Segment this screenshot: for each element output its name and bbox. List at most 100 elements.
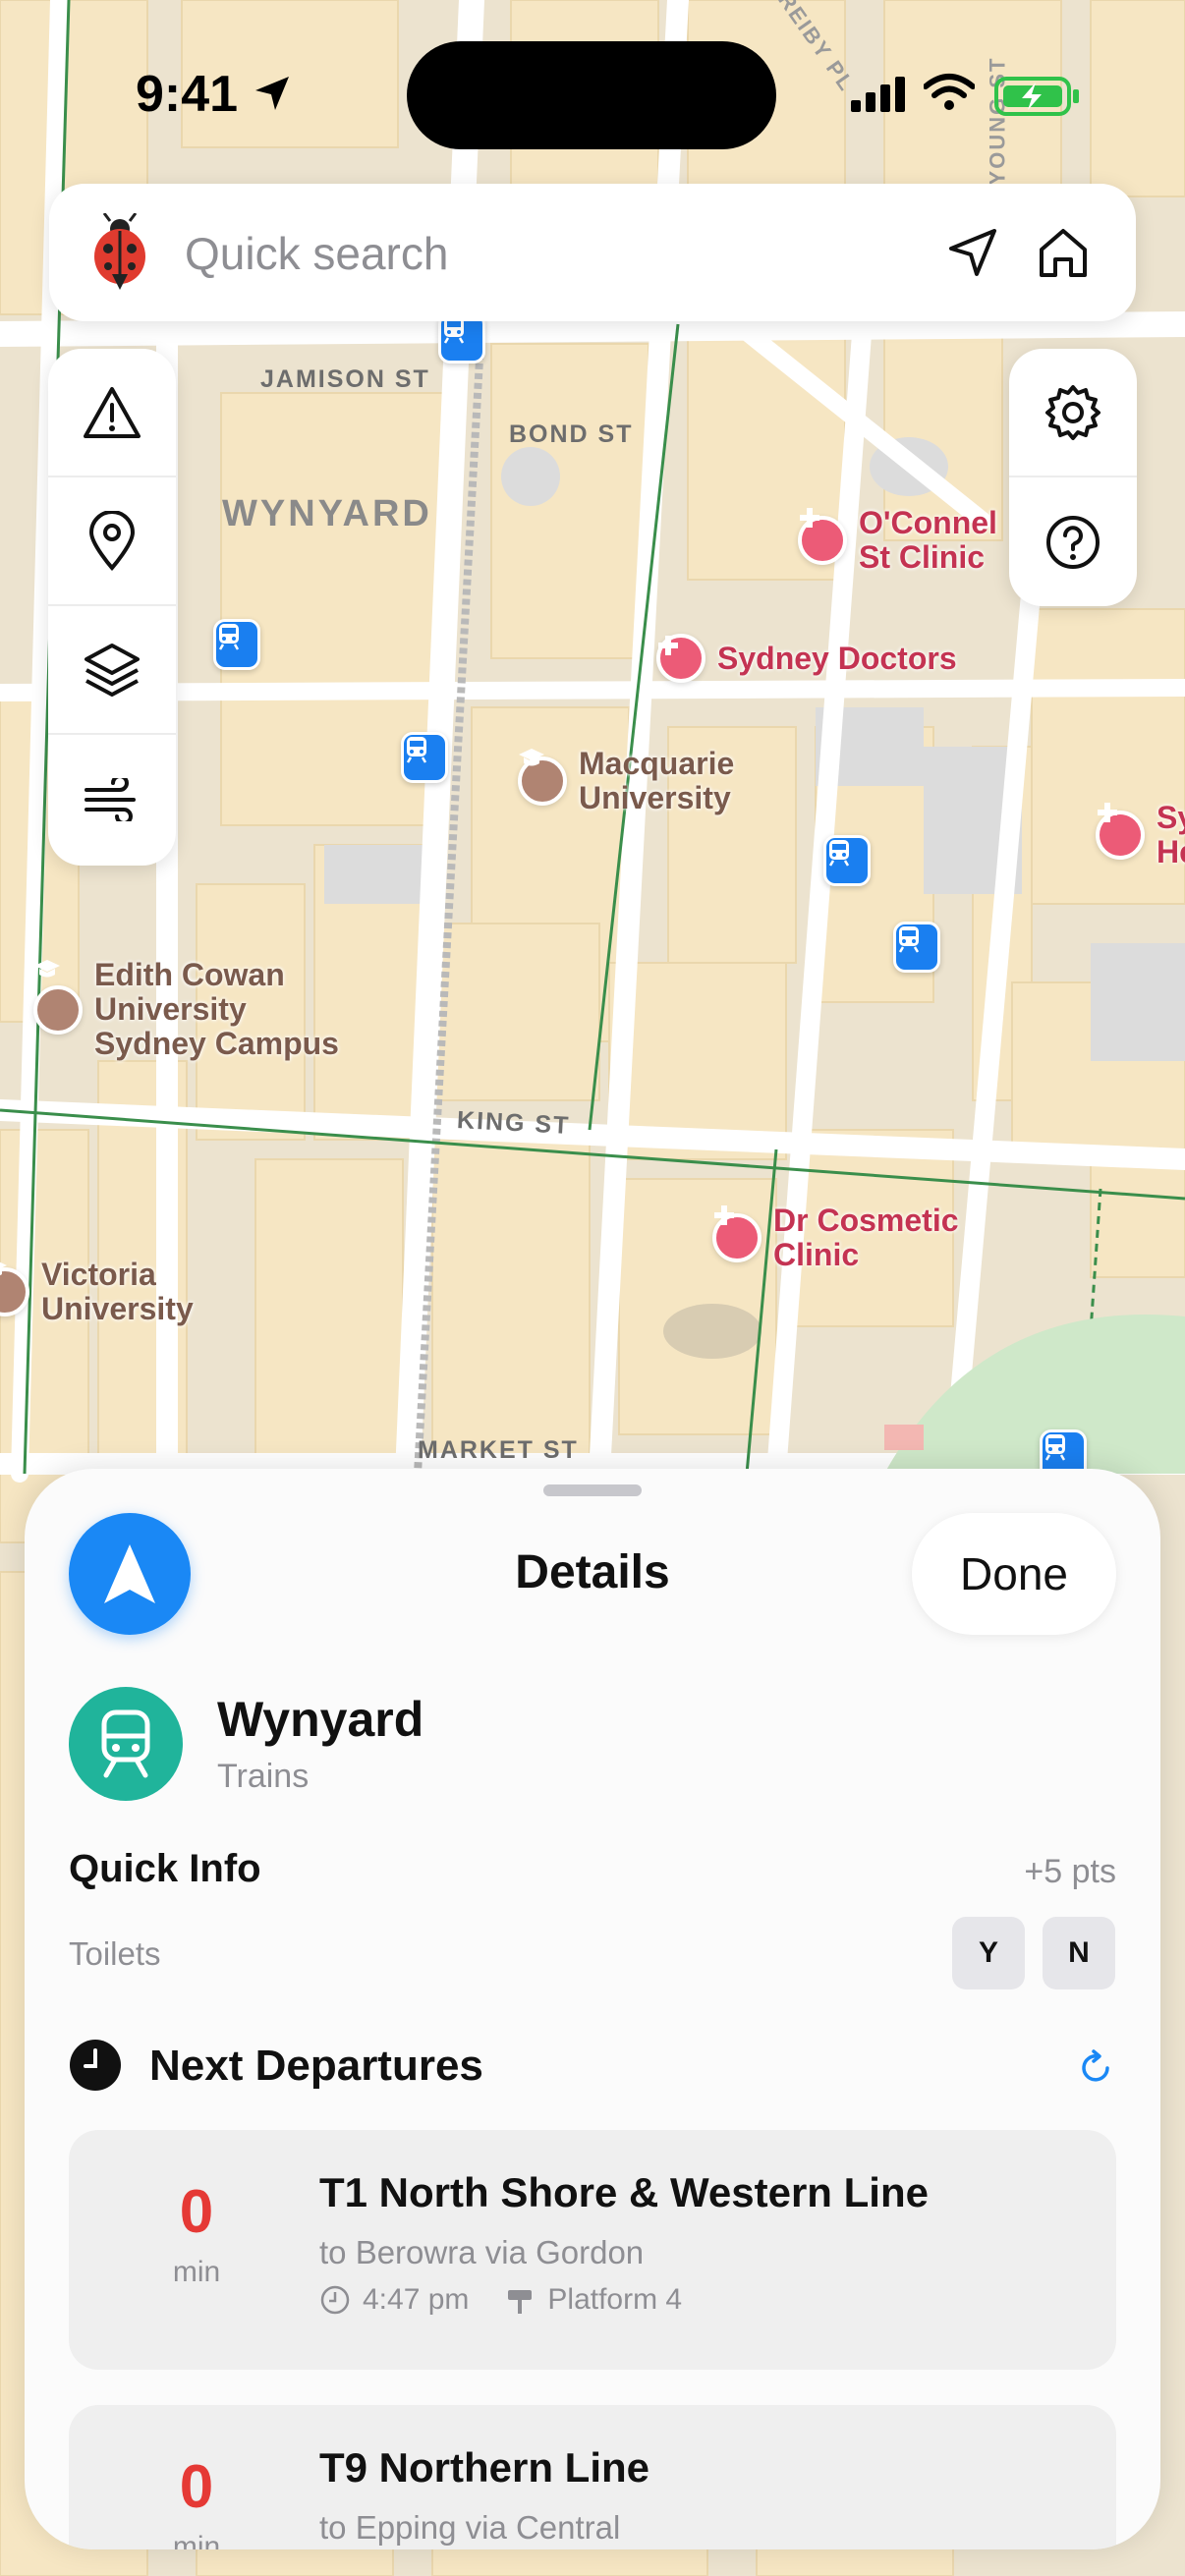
poi-label: Sydney Campus [94, 1026, 339, 1061]
street-label-bond: BOND ST [509, 420, 634, 448]
poi-label: University [94, 991, 247, 1027]
departure-platform: Platform 4 [547, 2283, 683, 2316]
departure-card[interactable]: 0 min T9 Northern Line to Epping via Cen… [69, 2405, 1116, 2549]
status-bar: 9:41 [0, 0, 1185, 187]
train-icon [1044, 1434, 1066, 1461]
poi-label: O'Connel [859, 505, 997, 540]
layers-button[interactable] [48, 606, 176, 735]
train-icon [898, 926, 920, 953]
district-label-wynyard: WYNYARD [222, 493, 432, 534]
street-label-jamison: JAMISON ST [260, 365, 430, 393]
train-icon [218, 624, 240, 650]
poi-label: University [579, 780, 731, 815]
next-departures-title: Next Departures [149, 2042, 483, 2090]
graduation-cap-icon [0, 1261, 29, 1316]
poi-victoria-university[interactable]: Victoria University [0, 1258, 194, 1326]
navigation-arrow-button[interactable] [941, 221, 1004, 284]
departure-minutes: 0 [179, 2178, 214, 2246]
poi-sydney-doctors[interactable]: Sydney Doctors [656, 634, 957, 683]
departure-minutes-unit: min [172, 2256, 221, 2288]
medical-cross-icon [712, 1205, 762, 1262]
clock-outline-icon [320, 2285, 350, 2315]
search-input[interactable]: Quick search [185, 227, 448, 280]
home-button[interactable] [1032, 221, 1095, 284]
left-tool-panel [48, 349, 176, 866]
points-badge: +5 pts [1024, 1853, 1116, 1890]
train-station-pin[interactable] [893, 922, 940, 973]
poi-label: Clinic [773, 1237, 860, 1272]
alerts-button[interactable] [48, 349, 176, 477]
departure-meta: 4:47 pm Platform 4 [319, 2283, 682, 2317]
train-icon [828, 840, 850, 867]
train-station-icon [69, 1687, 183, 1801]
medical-cross-icon [656, 634, 705, 683]
poi-partial-medical[interactable]: SyHe [1096, 801, 1185, 869]
location-arrow-icon [255, 77, 289, 110]
help-button[interactable] [1009, 477, 1137, 606]
settings-button[interactable] [1009, 349, 1137, 477]
poi-label: Dr Cosmetic [773, 1203, 959, 1238]
graduation-cap-icon [33, 960, 83, 1035]
departure-card[interactable]: 0 min T1 North Shore & Western Line to B… [69, 2130, 1116, 2370]
wifi-icon [924, 74, 975, 110]
toilets-label: Toilets [69, 1935, 161, 1972]
train-station-pin[interactable] [823, 835, 871, 886]
clock-icon [70, 2040, 121, 2091]
poi-macquarie-university[interactable]: Macquarie University [518, 747, 734, 815]
places-button[interactable] [48, 477, 176, 606]
gear-icon [1045, 384, 1100, 440]
departure-destination: to Epping via Central [319, 2509, 621, 2546]
status-time: 9:41 [136, 66, 239, 123]
departure-line-name: T9 Northern Line [319, 2444, 650, 2491]
train-icon [101, 1709, 150, 1778]
train-station-pin[interactable] [213, 619, 260, 670]
right-tool-panel [1009, 349, 1137, 606]
refresh-icon[interactable] [1076, 2048, 1115, 2088]
street-label-king: KING ST [456, 1105, 572, 1141]
poi-dr-cosmetic-clinic[interactable]: Dr Cosmetic Clinic [712, 1204, 959, 1272]
poi-edith-cowan-university[interactable]: Edith Cowan University Sydney Campus [33, 958, 339, 1061]
departure-line-name: T1 North Shore & Western Line [319, 2169, 929, 2215]
departure-destination: to Berowra via Gordon [319, 2234, 645, 2270]
departure-minutes: 0 [179, 2453, 214, 2521]
weather-wind-button[interactable] [48, 735, 176, 864]
cellular-signal-icon [851, 77, 905, 112]
departure-minutes-unit: min [172, 2531, 221, 2549]
done-button[interactable]: Done [912, 1513, 1116, 1635]
medical-cross-icon [798, 508, 847, 565]
poi-label: Edith Cowan [94, 957, 285, 992]
poi-label: University [41, 1291, 194, 1326]
battery-charging-icon [994, 77, 1079, 116]
home-icon [1040, 229, 1087, 277]
toilets-yes-button[interactable]: Y [952, 1917, 1025, 1989]
wind-icon [85, 777, 136, 821]
warning-triangle-icon [84, 386, 141, 438]
poi-label: Sy [1157, 800, 1185, 835]
ladybug-logo-icon [81, 213, 159, 292]
medical-cross-icon [1096, 803, 1145, 860]
navigation-arrow-icon [949, 229, 996, 276]
quick-info-title: Quick Info [69, 1847, 261, 1890]
departure-time: 4:47 pm [363, 2283, 470, 2316]
poi-oconnell-clinic[interactable]: O'Connel St Clinic [798, 506, 997, 575]
station-name: Wynyard [217, 1692, 424, 1747]
train-icon [406, 737, 427, 763]
map-pin-icon [88, 510, 136, 571]
details-sheet: Details Done Wynyard Trains Quick Info +… [25, 1469, 1160, 2549]
poi-label: Macquarie [579, 746, 735, 781]
poi-label: Sydney Doctors [717, 640, 957, 676]
street-label-market: MARKET ST [418, 1436, 579, 1464]
sheet-grabber[interactable] [543, 1484, 642, 1496]
question-circle-icon [1046, 515, 1100, 569]
toilets-no-button[interactable]: N [1043, 1917, 1115, 1989]
graduation-cap-icon [518, 749, 567, 806]
layers-icon [85, 643, 140, 697]
dynamic-island [407, 41, 776, 149]
signpost-icon [508, 2290, 533, 2314]
poi-label: Victoria [41, 1257, 156, 1292]
station-type: Trains [217, 1758, 310, 1795]
poi-label: St Clinic [859, 539, 986, 575]
train-station-pin[interactable] [401, 732, 448, 783]
search-bar[interactable]: Quick search [49, 184, 1136, 321]
poi-label: He [1157, 834, 1185, 869]
